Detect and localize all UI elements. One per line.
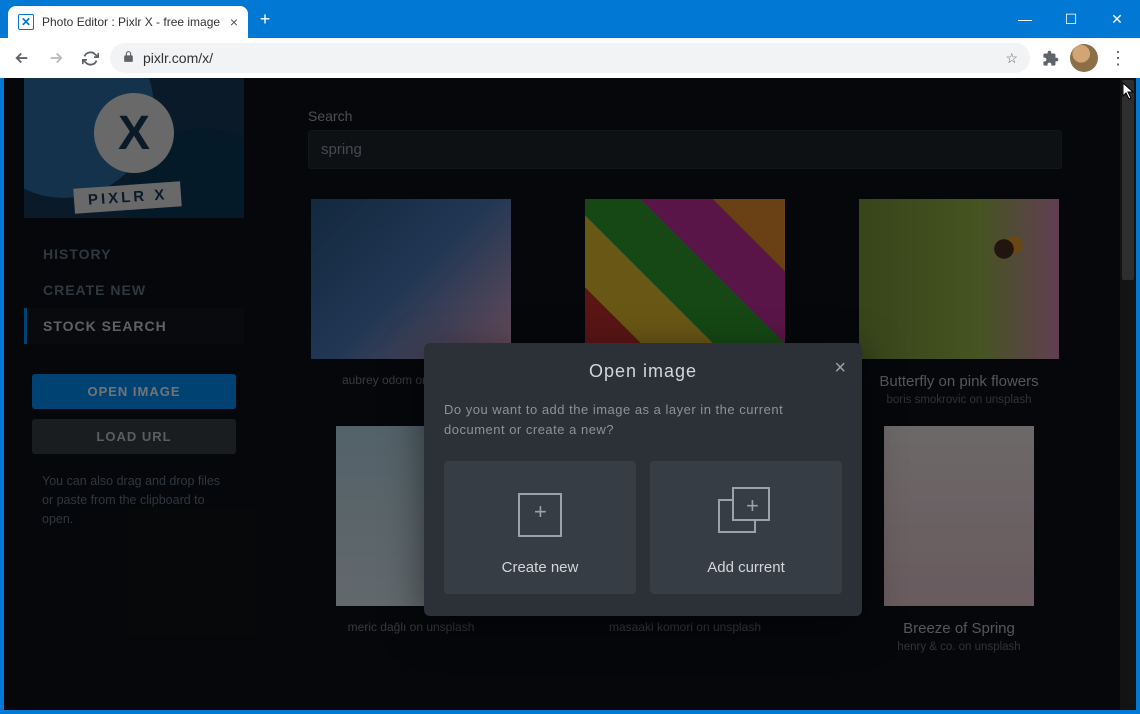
close-window-button[interactable]: ✕: [1094, 0, 1140, 38]
open-image-modal: Open image × Do you want to add the imag…: [424, 343, 862, 616]
create-new-icon: +: [510, 485, 570, 541]
tab-close-icon[interactable]: ×: [230, 14, 238, 30]
add-current-option[interactable]: + Add current: [650, 461, 842, 594]
add-current-icon: +: [716, 485, 776, 541]
tab-title: Photo Editor : Pixlr X - free image: [42, 15, 222, 29]
address-bar: pixlr.com/x/ ☆ ⋮: [0, 38, 1140, 78]
tab-favicon-icon: ✕: [18, 14, 34, 30]
browser-menu-button[interactable]: ⋮: [1104, 44, 1132, 72]
reload-button[interactable]: [76, 44, 104, 72]
url-text: pixlr.com/x/: [143, 50, 997, 66]
browser-tab[interactable]: ✕ Photo Editor : Pixlr X - free image ×: [8, 6, 248, 38]
minimize-button[interactable]: ―: [1002, 0, 1048, 38]
lock-icon: [122, 50, 135, 66]
new-tab-button[interactable]: +: [248, 0, 282, 38]
profile-avatar[interactable]: [1070, 44, 1098, 72]
app-viewport: X PIXLR X HISTORY CREATE NEW STOCK SEARC…: [4, 78, 1136, 710]
extensions-icon[interactable]: [1036, 44, 1064, 72]
modal-options: + Create new + Add current: [444, 461, 842, 594]
maximize-button[interactable]: ☐: [1048, 0, 1094, 38]
bookmark-star-icon[interactable]: ☆: [1005, 50, 1018, 67]
back-button[interactable]: [8, 44, 36, 72]
window-titlebar: ✕ Photo Editor : Pixlr X - free image × …: [0, 0, 1140, 38]
mouse-cursor-icon: [1122, 82, 1136, 105]
forward-button[interactable]: [42, 44, 70, 72]
add-current-label: Add current: [707, 559, 785, 576]
create-new-option[interactable]: + Create new: [444, 461, 636, 594]
modal-text: Do you want to add the image as a layer …: [444, 400, 842, 439]
url-bar[interactable]: pixlr.com/x/ ☆: [110, 43, 1030, 73]
create-new-label: Create new: [502, 559, 579, 576]
window-controls: ― ☐ ✕: [1002, 0, 1140, 38]
modal-title: Open image: [444, 361, 842, 382]
modal-close-icon[interactable]: ×: [834, 357, 846, 380]
